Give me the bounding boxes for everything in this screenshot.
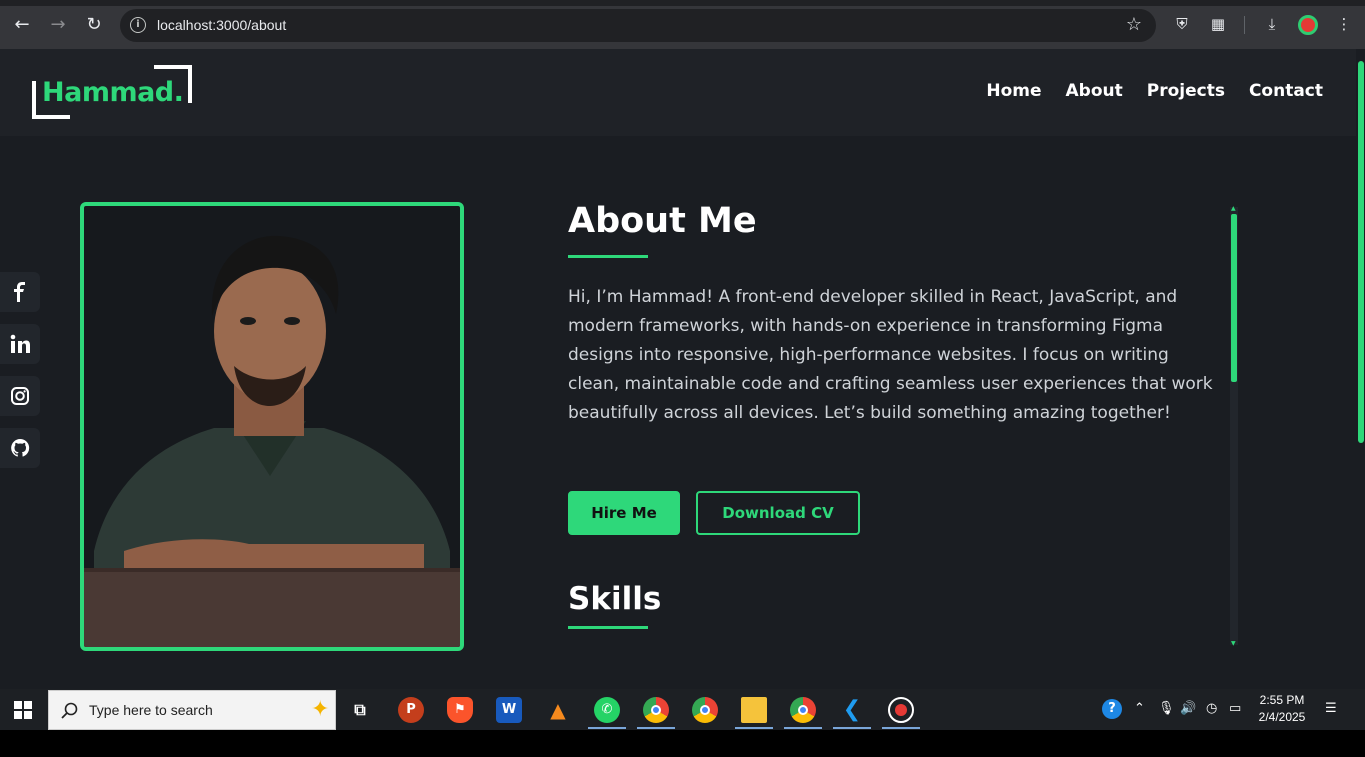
download-cv-button[interactable]: Download CV: [696, 491, 860, 535]
whatsapp-icon[interactable]: ✆: [594, 697, 620, 723]
about-content: About Me Hi, I’m Hammad! A front-end dev…: [568, 199, 1228, 649]
bookmark-star-icon[interactable]: ☆: [1126, 14, 1142, 35]
recorder-active-indicator: [882, 727, 920, 729]
search-placeholder: Type here to search: [89, 702, 213, 718]
facebook-link[interactable]: [0, 272, 40, 312]
site-info-icon[interactable]: i: [130, 17, 146, 33]
chrome-active-indicator: [637, 727, 675, 729]
network-icon[interactable]: ◷: [1206, 701, 1217, 716]
back-icon[interactable]: ←: [9, 12, 35, 38]
search-icon: [61, 702, 78, 719]
linkedin-link[interactable]: [0, 324, 40, 364]
site-header: Hammad. Home About Projects Contact: [0, 49, 1356, 136]
site-logo[interactable]: Hammad.: [32, 65, 194, 121]
nav-home[interactable]: Home: [986, 81, 1041, 101]
vscode-active-indicator: [833, 727, 871, 729]
brave-browser-icon[interactable]: ⚑: [447, 697, 473, 723]
nav-about[interactable]: About: [1066, 81, 1123, 101]
task-view-icon[interactable]: ⧉: [347, 697, 373, 723]
logo-text: Hammad.: [42, 77, 184, 108]
github-icon: [11, 438, 30, 457]
main-nav: Home About Projects Contact: [986, 81, 1323, 101]
forward-icon[interactable]: →: [45, 12, 71, 38]
linkedin-icon: [10, 334, 30, 353]
windows-taskbar: Type here to search ✦ ⧉ P ⚑ W ▲ ✆ ❮ ? ⌃ …: [0, 689, 1365, 730]
whatsapp-active-indicator: [588, 727, 626, 729]
profile-photo: [80, 202, 464, 651]
skills-heading-underline: [568, 626, 648, 629]
page-scrollbar-thumb[interactable]: [1358, 61, 1364, 443]
taskbar-clock[interactable]: 2:55 PM 2/4/2025: [1254, 692, 1310, 726]
content-scrollbar-thumb[interactable]: [1231, 214, 1237, 382]
vlc-icon[interactable]: ▲: [545, 697, 571, 723]
windows-start-icon[interactable]: [14, 701, 32, 719]
github-link[interactable]: [0, 428, 40, 468]
download-icon[interactable]: ⤓: [1262, 14, 1282, 34]
volume-icon[interactable]: 🔊: [1180, 701, 1196, 716]
screen-recorder-icon[interactable]: [888, 697, 914, 723]
sparkle-icon: ✦: [311, 697, 330, 722]
shield-extension-icon[interactable]: ⛨: [1172, 14, 1192, 34]
extensions-puzzle-icon[interactable]: ▦: [1208, 14, 1228, 34]
nav-projects[interactable]: Projects: [1147, 81, 1225, 101]
url-text[interactable]: localhost:3000/about: [157, 17, 286, 33]
desktop-bottom-strip: [0, 730, 1365, 757]
chrome-icon[interactable]: [643, 697, 669, 723]
about-heading-underline: [568, 255, 648, 258]
battery-icon[interactable]: ▭: [1229, 701, 1241, 716]
about-bio: Hi, I’m Hammad! A front-end developer sk…: [568, 287, 1213, 423]
nav-contact[interactable]: Contact: [1249, 81, 1323, 101]
microphone-icon[interactable]: 🎙: [1158, 701, 1175, 716]
portrait-illustration: [84, 235, 460, 647]
about-heading: About Me: [568, 201, 757, 241]
notifications-icon[interactable]: ☰: [1325, 701, 1337, 716]
explorer-active-indicator: [735, 727, 773, 729]
chrome-profile-icon[interactable]: [692, 697, 718, 723]
show-hidden-icons-chevron-icon[interactable]: ⌃: [1134, 701, 1145, 716]
chrome-profile-2-icon[interactable]: [790, 697, 816, 723]
page-scrollbar[interactable]: [1356, 49, 1365, 689]
facebook-icon: [14, 282, 25, 302]
chrome-2-active-indicator: [784, 727, 822, 729]
instagram-icon: [11, 387, 29, 405]
powerpoint-icon[interactable]: P: [398, 697, 424, 723]
scroll-up-arrow-icon[interactable]: ▲: [1231, 205, 1236, 212]
profile-avatar[interactable]: [1298, 15, 1318, 35]
help-icon[interactable]: ?: [1102, 699, 1122, 719]
instagram-link[interactable]: [0, 376, 40, 416]
scroll-down-arrow-icon[interactable]: ▼: [1231, 640, 1236, 647]
hire-me-button[interactable]: Hire Me: [568, 491, 680, 535]
skills-heading: Skills: [568, 581, 662, 617]
web-page: Hammad. Home About Projects Contact Abou…: [0, 49, 1365, 689]
reload-icon[interactable]: ↻: [81, 12, 107, 38]
browser-toolbar: ← → ↻ i localhost:3000/about ☆ ⛨ ▦ ⤓ ⋮: [0, 0, 1365, 49]
toolbar-divider: [1244, 16, 1245, 34]
word-icon[interactable]: W: [496, 697, 522, 723]
vscode-icon[interactable]: ❮: [839, 697, 865, 723]
taskbar-search-box[interactable]: Type here to search ✦: [48, 690, 336, 730]
content-scrollbar[interactable]: ▲ ▼: [1230, 205, 1238, 647]
tab-strip: [0, 0, 1365, 6]
file-explorer-icon[interactable]: [741, 697, 767, 723]
clock-time: 2:55 PM: [1259, 693, 1305, 707]
clock-date: 2/4/2025: [1258, 710, 1306, 724]
address-bar[interactable]: i localhost:3000/about ☆: [120, 9, 1156, 42]
menu-kebab-icon[interactable]: ⋮: [1334, 14, 1354, 34]
